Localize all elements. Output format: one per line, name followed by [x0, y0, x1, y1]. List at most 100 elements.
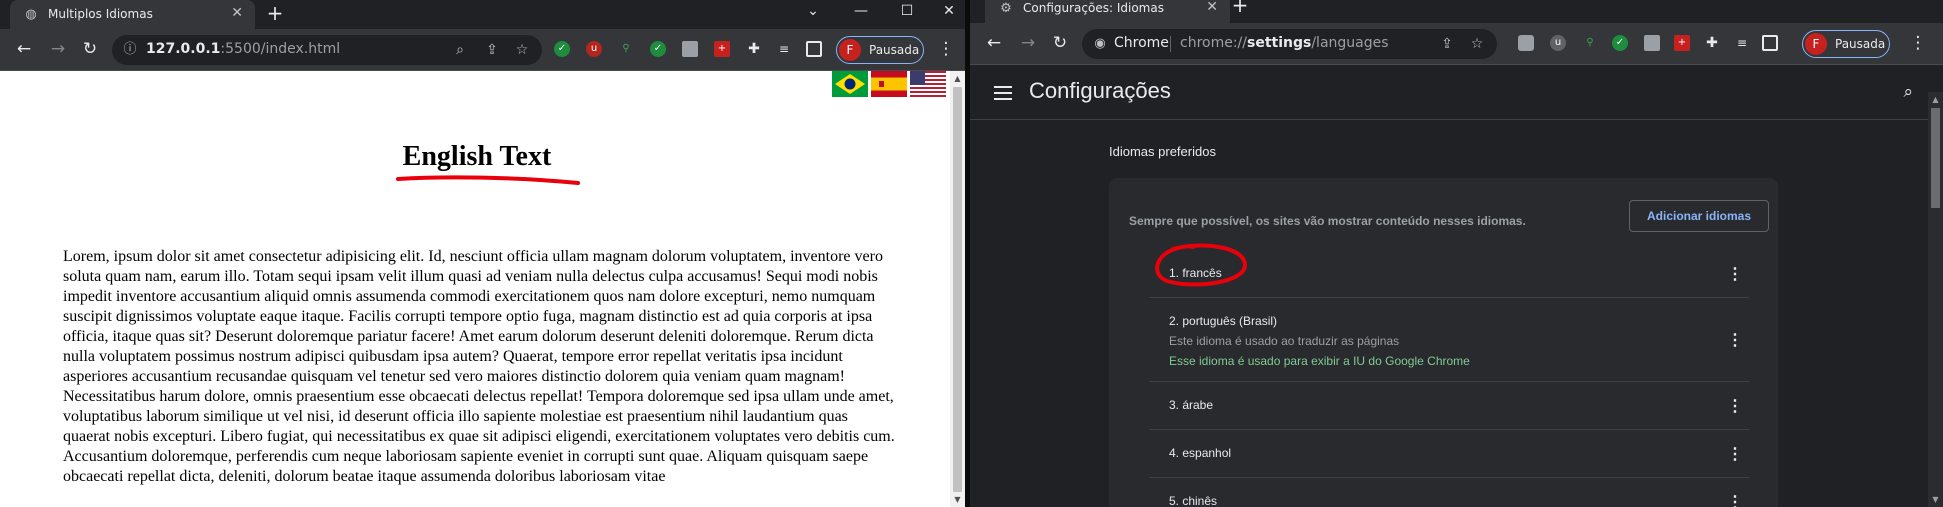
settings-header: Configurações ⌕ [970, 66, 1943, 120]
maximize-button[interactable]: ☐ [884, 0, 930, 29]
flag-switcher [830, 71, 950, 101]
avatar: F [1805, 33, 1827, 55]
media-queue-icon[interactable]: ≡ [776, 41, 792, 57]
scroll-up-arrow[interactable]: ▲ [1928, 92, 1943, 107]
page-content: English Text Lorem, ipsum dolor sit amet… [4, 71, 950, 507]
add-languages-button[interactable]: Adicionar idiomas [1629, 200, 1769, 232]
bookmark-star-icon[interactable]: ☆ [1467, 34, 1487, 54]
ublock-extension-icon[interactable]: u [586, 41, 602, 57]
new-tab-button[interactable]: + [263, 2, 287, 26]
page-heading: English Text [402, 141, 552, 172]
settings-page: Configurações ⌕ Idiomas preferidos Sempr… [970, 66, 1943, 507]
red-underline-annotation [396, 175, 580, 185]
language-row-3: 3. árabe ⋮ [1149, 382, 1749, 430]
share-icon[interactable]: ⇪ [482, 40, 502, 60]
kebab-menu-icon[interactable]: ⋮ [1727, 330, 1743, 350]
usa-flag[interactable] [910, 71, 946, 97]
back-arrow-icon[interactable]: ← [12, 37, 36, 61]
check-extension-icon[interactable]: ✓ [1612, 35, 1628, 51]
language-subtext: Este idioma é usado ao traduzir as págin… [1169, 334, 1400, 348]
tab-multiplos-idiomas[interactable]: ◍ Multiplos Idiomas ✕ [10, 0, 255, 29]
zoom-icon[interactable]: ⌕ [450, 40, 470, 60]
red-circle-annotation [1155, 243, 1248, 287]
tab-title: Multiplos Idiomas [48, 7, 153, 21]
scroll-down-arrow[interactable]: ▼ [950, 492, 965, 507]
info-icon[interactable]: ⓘ [122, 42, 138, 58]
forward-arrow-icon[interactable]: → [1016, 31, 1040, 55]
close-tab-icon[interactable]: ✕ [1206, 0, 1218, 15]
hamburger-menu-icon[interactable] [994, 83, 1012, 103]
back-arrow-icon[interactable]: ← [982, 31, 1006, 55]
new-tab-button[interactable]: + [1228, 0, 1252, 18]
check-extension-icon[interactable]: ✓ [650, 41, 666, 57]
address-bar[interactable]: ⓘ 127.0.0.1:5500/index.html ⌕ ⇪ ☆ [112, 35, 542, 65]
shield-extension-icon[interactable]: ✓ [554, 41, 570, 57]
browser-window-left: ◍ Multiplos Idiomas ✕ + ⌄ — ☐ ✕ ← → ↻ ⓘ … [0, 0, 965, 507]
kebab-menu-icon[interactable]: ⋮ [1727, 264, 1743, 284]
avatar: F [839, 39, 861, 61]
side-panel-icon[interactable] [806, 41, 822, 57]
toolbar: ← → ↻ ◉ Chrome chrome://settings/languag… [970, 23, 1943, 65]
close-window-button[interactable]: ✕ [926, 0, 965, 29]
minimize-button[interactable]: — [838, 0, 884, 29]
scroll-up-arrow[interactable]: ▲ [950, 71, 965, 86]
kebab-menu-icon[interactable]: ⋮ [1727, 492, 1743, 507]
profile-button[interactable]: F Pausada [836, 36, 924, 64]
chip-divider [1170, 36, 1171, 52]
languages-card: Sempre que possível, os sites vão mostra… [1109, 178, 1778, 507]
url-text: 127.0.0.1:5500/index.html [146, 41, 341, 57]
scrollbar[interactable]: ▲ ▼ [1928, 92, 1943, 507]
profile-label: Pausada [1835, 37, 1886, 51]
card-description: Sempre que possível, os sites vão mostra… [1129, 214, 1526, 228]
url-text: chrome://settings/languages [1180, 35, 1389, 51]
globe-icon: ◍ [25, 7, 37, 22]
page-title: Configurações [1029, 78, 1171, 103]
tab-strip: ◍ Multiplos Idiomas ✕ + ⌄ — ☐ ✕ [0, 0, 965, 29]
shield-extension-icon[interactable] [1518, 35, 1534, 51]
scrollbar-thumb[interactable] [1931, 108, 1940, 208]
plus-extension-icon[interactable]: + [714, 41, 730, 57]
site-chip-label: Chrome [1114, 35, 1169, 51]
language-row-5: 5. chinês ⋮ [1149, 478, 1749, 507]
plus-extension-icon[interactable]: + [1674, 35, 1690, 51]
section-title: Idiomas preferidos [1109, 144, 1216, 159]
kebab-menu-icon[interactable]: ⋮ [1906, 31, 1930, 55]
puzzle-icon[interactable]: ✚ [746, 41, 762, 57]
forward-arrow-icon[interactable]: → [46, 37, 70, 61]
toolbar: ← → ↻ ⓘ 127.0.0.1:5500/index.html ⌕ ⇪ ☆ … [0, 29, 965, 71]
search-icon[interactable]: ⌕ [1903, 82, 1913, 102]
tab-configuracoes[interactable]: ⚙ Configurações: Idiomas ✕ [985, 0, 1230, 23]
document-extension-icon[interactable] [682, 41, 698, 57]
scroll-down-arrow[interactable]: ▼ [1928, 492, 1943, 507]
brazil-flag[interactable] [832, 71, 868, 97]
scrollbar[interactable]: ▲ ▼ [950, 71, 965, 507]
profile-button[interactable]: F Pausada [1802, 30, 1890, 58]
ublock-extension-icon[interactable]: u [1550, 35, 1566, 51]
language-name: 3. árabe [1169, 398, 1214, 412]
tab-title: Configurações: Idiomas [1023, 1, 1164, 15]
media-queue-icon[interactable]: ≡ [1734, 35, 1750, 51]
bookmark-star-icon[interactable]: ☆ [512, 40, 532, 60]
language-row-2: 2. português (Brasil) Este idioma é usad… [1149, 298, 1749, 382]
key-extension-icon[interactable]: ⚲ [1582, 35, 1598, 51]
reload-icon[interactable]: ↻ [78, 37, 102, 61]
kebab-menu-icon[interactable]: ⋮ [1727, 396, 1743, 416]
language-name: 5. chinês [1169, 494, 1218, 507]
gear-icon: ⚙ [1000, 1, 1012, 16]
address-bar[interactable]: ◉ Chrome chrome://settings/languages ⇪ ☆ [1082, 29, 1497, 59]
spain-flag[interactable] [871, 71, 907, 97]
ui-language-note: Esse idioma é usado para exibir a IU do … [1169, 354, 1470, 368]
browser-window-right: ⚙ Configurações: Idiomas ✕ + ← → ↻ ◉ Chr… [970, 0, 1943, 507]
key-extension-icon[interactable]: ⚲ [618, 41, 634, 57]
scrollbar-thumb[interactable] [953, 87, 962, 492]
share-icon[interactable]: ⇪ [1437, 34, 1457, 54]
reload-icon[interactable]: ↻ [1048, 31, 1072, 55]
kebab-menu-icon[interactable]: ⋮ [934, 37, 958, 61]
kebab-menu-icon[interactable]: ⋮ [1727, 444, 1743, 464]
close-tab-icon[interactable]: ✕ [231, 5, 243, 21]
puzzle-icon[interactable]: ✚ [1704, 35, 1720, 51]
chevron-down-icon[interactable]: ⌄ [790, 0, 836, 29]
document-extension-icon[interactable] [1644, 35, 1660, 51]
side-panel-icon[interactable] [1762, 35, 1778, 51]
lorem-paragraph: Lorem, ipsum dolor sit amet consectetur … [63, 248, 895, 485]
